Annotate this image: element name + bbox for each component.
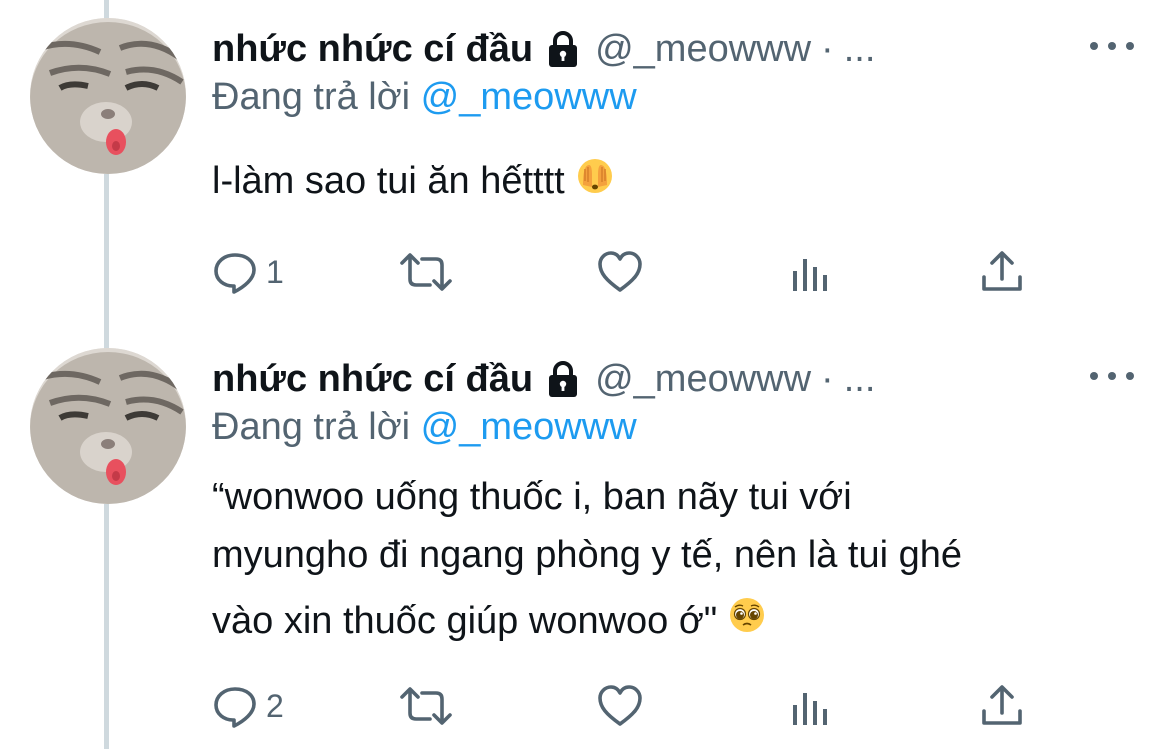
reply-to-handle[interactable]: @_meowww xyxy=(421,76,637,118)
tweet-actions: 1 xyxy=(212,244,1042,300)
separator: · xyxy=(821,27,834,70)
replying-to: Đang trả lời @_meowww xyxy=(212,406,637,449)
like-icon xyxy=(598,251,642,292)
replying-to: Đang trả lời @_meowww xyxy=(212,76,637,119)
stats-button[interactable] xyxy=(790,244,830,300)
like-icon xyxy=(598,685,642,726)
lock-icon xyxy=(543,359,583,399)
reply-prefix: Đang trả lời xyxy=(212,406,411,448)
reply-count: 2 xyxy=(266,687,284,724)
more-icon[interactable] xyxy=(1090,362,1134,390)
tweet-text: “wonwoo uống thuốc i, ban nãy tui với my… xyxy=(212,468,1132,652)
reply-icon xyxy=(214,687,256,728)
lock-icon xyxy=(543,29,583,69)
pleading-face-icon xyxy=(727,594,767,652)
tweet-text-line: myungho đi ngang phòng y tế, nên là tui … xyxy=(212,534,963,576)
retweet-icon xyxy=(400,687,452,725)
retweet-icon xyxy=(400,253,452,291)
tweet-text-line: vào xin thuốc giúp wonwoo ớ" xyxy=(212,592,1132,652)
retweet-button[interactable] xyxy=(398,244,454,300)
cat-avatar-image xyxy=(30,348,186,504)
handle[interactable]: @_meowww xyxy=(595,28,811,71)
tweet-text: l-làm sao tui ăn hếtttt xyxy=(212,152,1132,212)
avatar[interactable] xyxy=(30,348,186,504)
share-icon xyxy=(982,685,1022,725)
reply-prefix: Đang trả lời xyxy=(212,76,411,118)
truncated-timestamp: ... xyxy=(843,357,876,400)
stats-button[interactable] xyxy=(790,678,830,734)
display-name[interactable]: nhức nhức cí đầu xyxy=(212,358,533,401)
reply-icon xyxy=(214,253,256,294)
more-icon[interactable] xyxy=(1090,32,1134,60)
face-with-hands-over-eyes-icon xyxy=(575,154,615,212)
tweet-actions: 2 xyxy=(212,678,1042,734)
tweet[interactable]: nhức nhức cí đầu @_meowww · ... Đang trả… xyxy=(0,330,1170,749)
reply-to-handle[interactable]: @_meowww xyxy=(421,406,637,448)
display-name[interactable]: nhức nhức cí đầu xyxy=(212,28,533,71)
tweet-header: nhức nhức cí đầu @_meowww · ... xyxy=(212,356,875,402)
stats-icon xyxy=(793,259,827,291)
tweet[interactable]: nhức nhức cí đầu @_meowww · ... Đang trả… xyxy=(0,0,1170,330)
handle[interactable]: @_meowww xyxy=(595,358,811,401)
reply-button[interactable]: 2 xyxy=(212,678,284,734)
avatar[interactable] xyxy=(30,18,186,174)
tweet-text-line: “wonwoo uống thuốc i, ban nãy tui với xyxy=(212,476,852,518)
tweet-header: nhức nhức cí đầu @_meowww · ... xyxy=(212,26,875,72)
cat-avatar-image xyxy=(30,18,186,174)
like-button[interactable] xyxy=(596,244,644,300)
truncated-timestamp: ... xyxy=(843,27,876,70)
share-button[interactable] xyxy=(980,678,1024,734)
separator: · xyxy=(821,357,834,400)
share-button[interactable] xyxy=(980,244,1024,300)
retweet-button[interactable] xyxy=(398,678,454,734)
reply-count: 1 xyxy=(266,253,284,290)
share-icon xyxy=(982,251,1022,291)
tweet-text-line: l-làm sao tui ăn hếtttt xyxy=(212,152,1132,212)
like-button[interactable] xyxy=(596,678,644,734)
reply-button[interactable]: 1 xyxy=(212,244,284,300)
stats-icon xyxy=(793,693,827,725)
